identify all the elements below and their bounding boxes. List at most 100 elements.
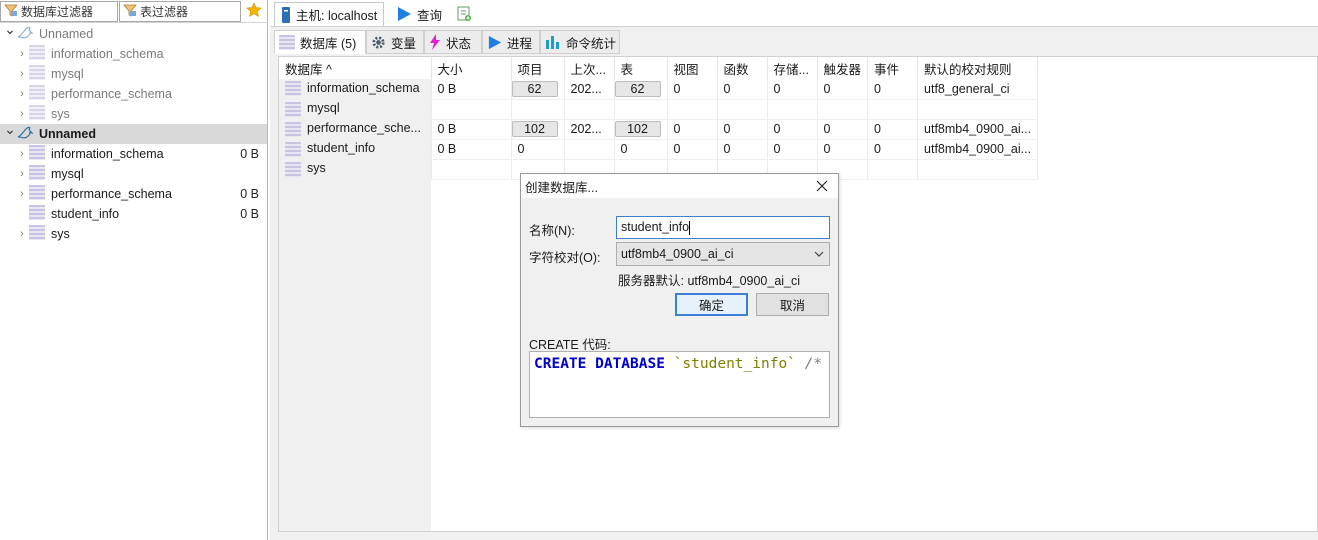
database-name-input[interactable]: student_info — [616, 216, 830, 239]
tab-status[interactable]: 状态 — [424, 30, 482, 54]
table-cell — [431, 159, 512, 180]
table-cell: 102 — [614, 119, 668, 140]
code-comment: /* — [804, 356, 823, 372]
tab-query-label: 查询 — [417, 8, 443, 23]
tree-item-label: performance_schema — [51, 87, 172, 101]
database-name: information_schema — [307, 81, 420, 96]
tab-processes-label: 进程 — [507, 36, 533, 51]
new-tab-icon — [456, 6, 472, 22]
tree-connection-item[interactable]: ⌄ Unnamed — [0, 21, 267, 44]
chevron-right-icon[interactable]: › — [16, 148, 28, 160]
chevron-down-icon[interactable]: ⌄ — [4, 21, 16, 38]
chevron-down-icon[interactable]: ⌄ — [4, 121, 16, 138]
tree-database-item[interactable]: › information_schema 0 B — [0, 144, 267, 164]
column-header[interactable]: 视图 — [667, 57, 718, 79]
table-cell: 0 — [511, 139, 565, 160]
table-cell — [431, 99, 512, 120]
dialog-titlebar[interactable]: 创建数据库... — [521, 174, 838, 198]
table-cell: utf8mb4_0900_ai... — [917, 139, 1039, 160]
table-cell: 0 — [667, 139, 718, 160]
database-icon — [29, 185, 45, 203]
tree-item-size: 0 B — [240, 187, 259, 201]
tab-host[interactable]: 主机: localhost — [274, 2, 385, 26]
mysql-dolphin-icon — [17, 126, 34, 143]
column-header[interactable]: 事件 — [867, 57, 919, 79]
table-row[interactable]: student_info 0 B 0 0 0 0 0 0 0 utf8mb4_0900_ai... — [279, 139, 1039, 160]
table-header-row: 数据库 ^ 大小 项目 上次... 表视图 函数 存储... 触发器 事件 默认的校对规则 — [279, 57, 1039, 79]
tree-database-item[interactable]: › sys — [0, 104, 267, 124]
ok-button[interactable]: 确定 — [675, 293, 748, 316]
chevron-down-icon — [814, 243, 824, 272]
tree-database-item[interactable]: › performance_schema — [0, 84, 267, 104]
column-header[interactable]: 大小 — [431, 57, 512, 79]
tree-database-item[interactable]: › mysql — [0, 164, 267, 184]
chevron-right-icon[interactable]: › — [16, 88, 28, 100]
tree-database-item[interactable]: › information_schema — [0, 44, 267, 64]
new-query-tab-button[interactable] — [450, 2, 483, 26]
table-cell — [717, 99, 768, 120]
tab-query[interactable]: 查询 — [390, 2, 448, 26]
count-pill: 62 — [614, 80, 661, 97]
tab-variables[interactable]: 变量 — [366, 30, 424, 54]
table-cell — [917, 99, 1039, 120]
tab-databases[interactable]: 数据库 (5) — [274, 30, 366, 54]
tree-database-item[interactable]: student_info 0 B — [0, 204, 267, 224]
tab-variables-label: 变量 — [391, 36, 417, 51]
table-cell — [614, 99, 668, 120]
tree-item-label: mysql — [51, 167, 84, 181]
tree-database-item[interactable]: › sys — [0, 224, 267, 244]
tree-database-item[interactable]: › mysql — [0, 64, 267, 84]
tree-item-label: information_schema — [51, 147, 164, 161]
bar-chart-icon — [545, 34, 561, 50]
gear-icon — [371, 35, 386, 50]
database-icon — [29, 45, 45, 63]
cancel-button[interactable]: 取消 — [756, 293, 829, 316]
tree-connection-item[interactable]: ⌄ Unnamed — [0, 121, 267, 144]
favorites-button[interactable] — [242, 1, 266, 22]
column-header[interactable]: 数据库 ^ — [279, 57, 432, 79]
column-header[interactable]: 函数 — [717, 57, 768, 79]
table-row[interactable]: information_schema 0 B 62 202... 62 0 0 0 0 0 utf8… — [279, 79, 1039, 100]
collation-select[interactable]: utf8mb4_0900_ai_ci — [616, 242, 830, 266]
tab-processes[interactable]: 进程 — [482, 30, 540, 54]
table-cell: 0 — [867, 79, 919, 100]
filter-icon — [123, 3, 137, 20]
table-cell: 0 B — [431, 119, 512, 140]
chevron-right-icon[interactable]: › — [16, 168, 28, 180]
close-icon[interactable] — [814, 178, 830, 194]
column-header[interactable]: 表 — [614, 57, 668, 79]
database-icon — [285, 161, 301, 177]
table-row[interactable]: mysql — [279, 99, 1039, 120]
column-header[interactable]: 存储... — [767, 57, 818, 79]
table-filter-input[interactable]: 表过滤器 — [119, 1, 241, 22]
table-row[interactable]: performance_sche... 0 B 102 202... 102 0 0 0 0 0 u… — [279, 119, 1039, 140]
table-cell: 202... — [564, 119, 615, 140]
database-tree-panel: 数据库过滤器 表过滤器 ⌄ Unnamed › information_schema ›… — [0, 0, 268, 540]
chevron-right-icon[interactable]: › — [16, 68, 28, 80]
table-cell: 0 — [667, 79, 718, 100]
table-cell: 0 — [817, 119, 869, 140]
database-name: sys — [307, 161, 326, 176]
database-icon — [285, 121, 301, 137]
database-name-cell: student_info — [279, 139, 432, 160]
table-cell: 0 — [817, 139, 869, 160]
database-icon — [29, 65, 45, 83]
tab-command-stats[interactable]: 命令统计 — [540, 30, 620, 54]
tree-database-item[interactable]: › performance_schema 0 B — [0, 184, 267, 204]
column-header[interactable]: 默认的校对规则 — [917, 57, 1039, 79]
database-icon — [29, 105, 45, 123]
create-code-editor[interactable]: CREATE DATABASE `student_info` /* — [529, 351, 830, 418]
database-filter-input[interactable]: 数据库过滤器 — [0, 1, 118, 22]
column-header[interactable]: 上次... — [564, 57, 615, 79]
chevron-right-icon[interactable]: › — [16, 188, 28, 200]
tab-host-label: 主机: localhost — [296, 9, 378, 23]
table-cell: 62 — [511, 79, 565, 100]
column-header[interactable]: 项目 — [511, 57, 565, 79]
chevron-right-icon[interactable]: › — [16, 108, 28, 120]
database-icon — [29, 225, 45, 243]
chevron-right-icon[interactable]: › — [16, 48, 28, 60]
column-header[interactable]: 触发器 — [817, 57, 869, 79]
table-cell — [511, 99, 565, 120]
host-sub-tab-bar: 数据库 (5) 变量 状态 进程 命令统计 — [274, 30, 1318, 54]
chevron-right-icon[interactable]: › — [16, 228, 28, 240]
